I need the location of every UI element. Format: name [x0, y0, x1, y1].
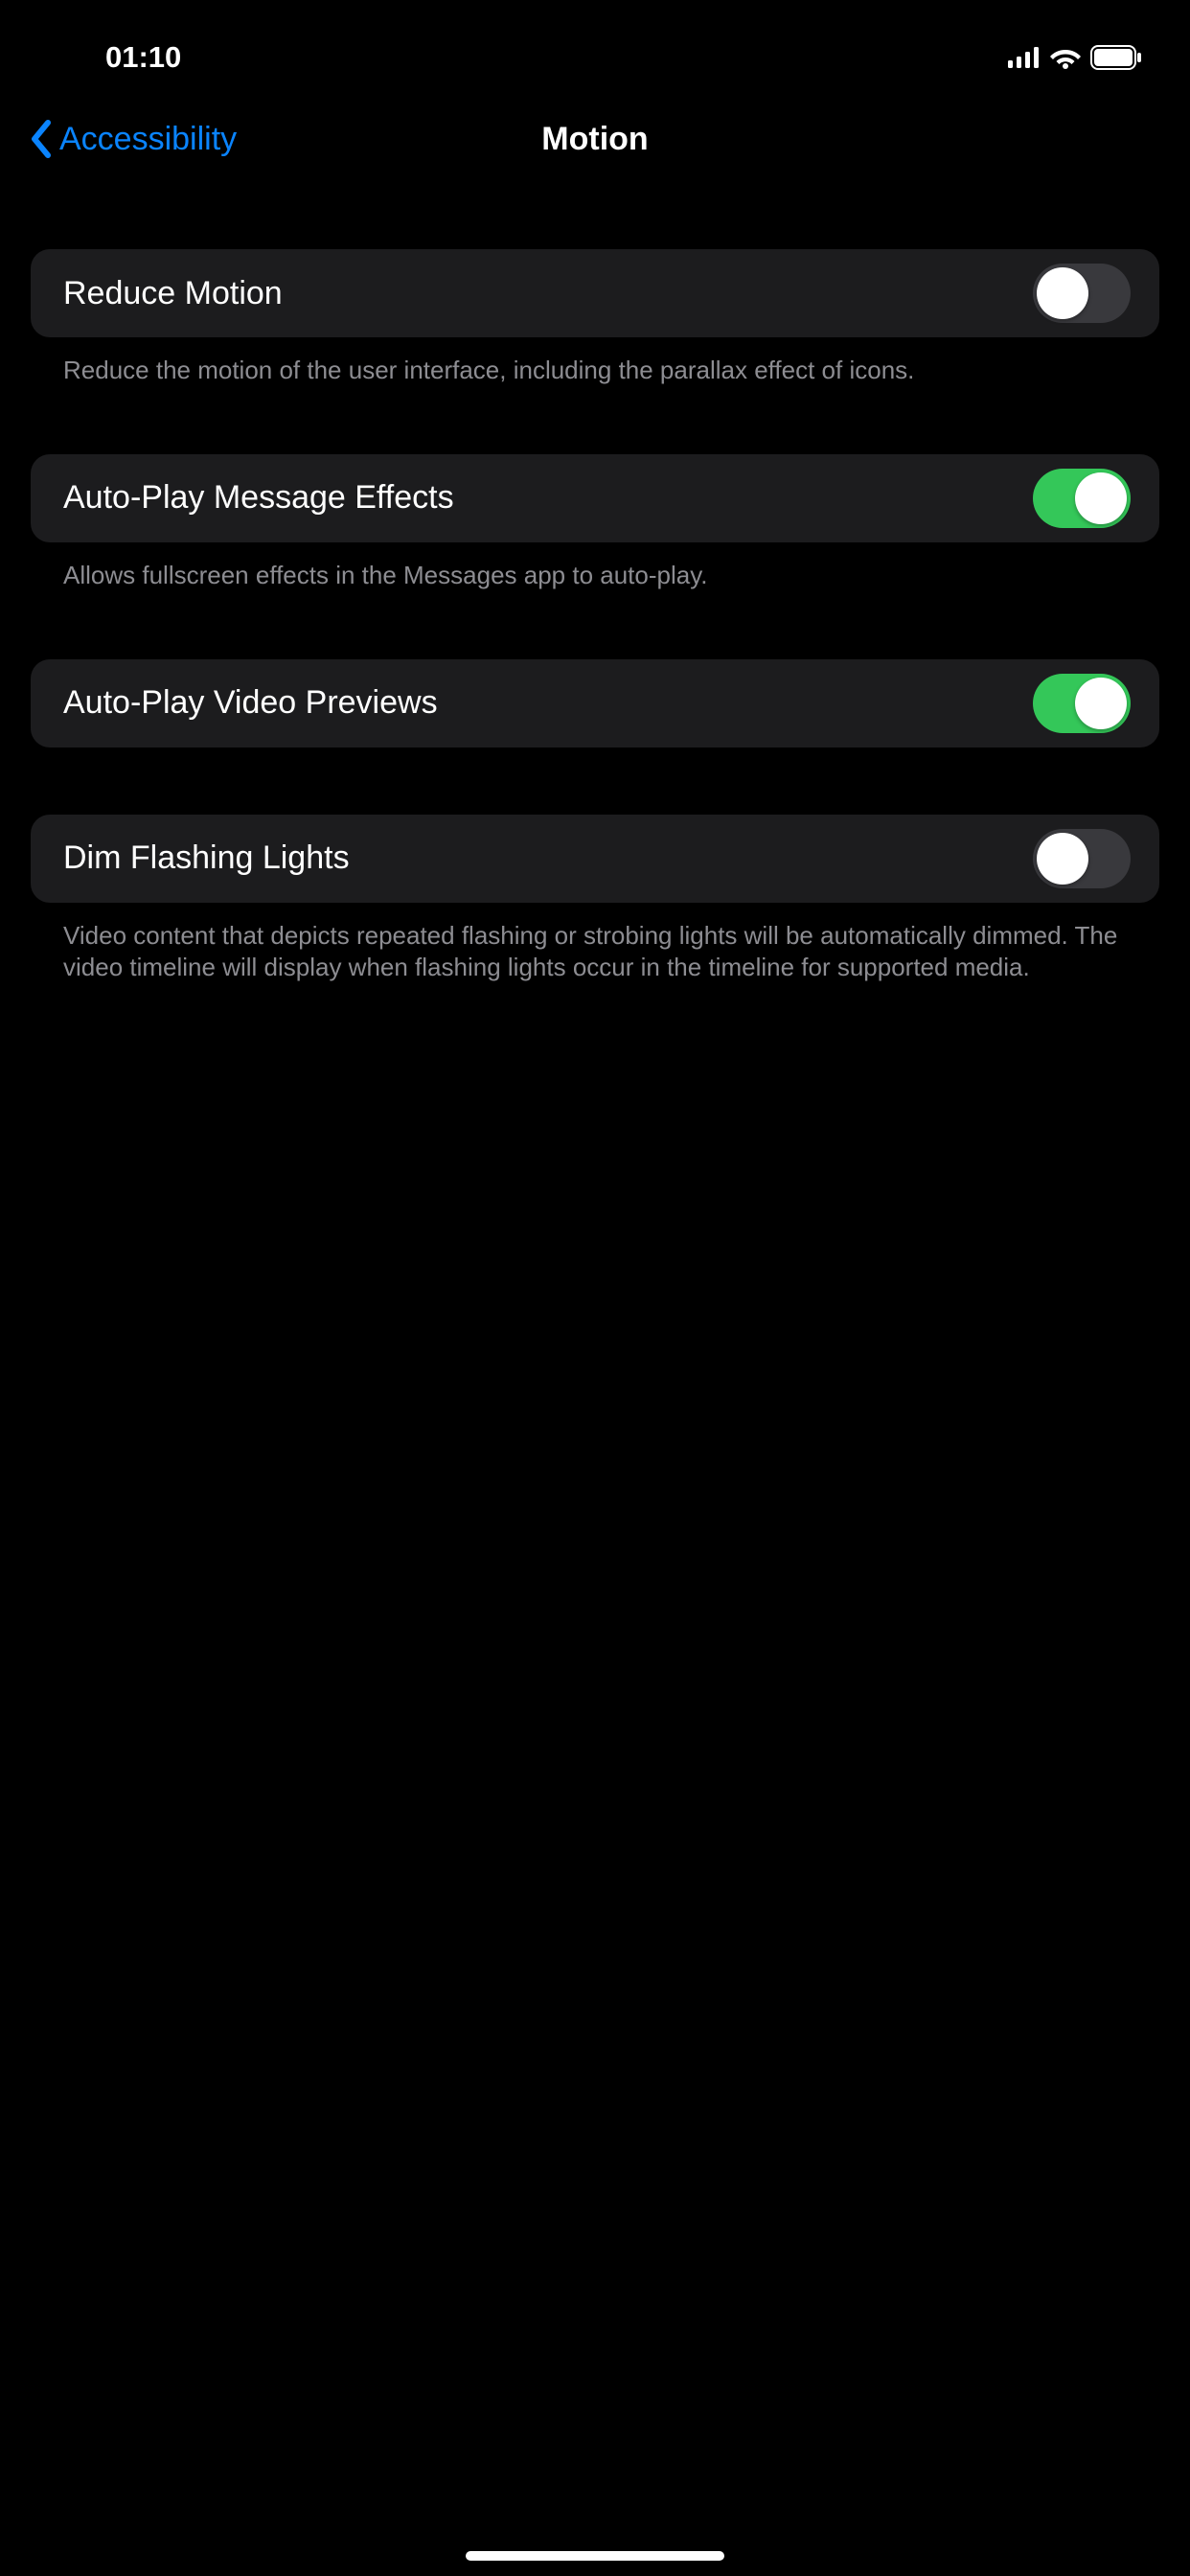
toggle-reduce-motion[interactable]: [1033, 264, 1131, 323]
toggle-autoplay-message[interactable]: [1033, 469, 1131, 528]
status-bar: 01:10: [0, 0, 1190, 96]
section-dim-flashing: Dim Flashing Lights Video content that d…: [31, 815, 1159, 985]
row-autoplay-video[interactable]: Auto-Play Video Previews: [31, 659, 1159, 748]
row-label: Auto-Play Video Previews: [63, 684, 438, 722]
toggle-knob: [1037, 267, 1088, 319]
row-autoplay-message[interactable]: Auto-Play Message Effects: [31, 454, 1159, 542]
wifi-icon: [1050, 46, 1081, 69]
row-label: Dim Flashing Lights: [63, 840, 350, 877]
row-label: Reduce Motion: [63, 275, 283, 312]
toggle-knob: [1075, 472, 1127, 524]
home-indicator[interactable]: [466, 2551, 724, 2561]
section-autoplay-message: Auto-Play Message Effects Allows fullscr…: [31, 454, 1159, 592]
back-label: Accessibility: [59, 121, 237, 158]
content: Reduce Motion Reduce the motion of the u…: [0, 182, 1190, 984]
row-dim-flashing[interactable]: Dim Flashing Lights: [31, 815, 1159, 903]
row-label: Auto-Play Message Effects: [63, 479, 454, 517]
nav-header: Accessibility Motion: [0, 96, 1190, 182]
footer-reduce-motion: Reduce the motion of the user interface,…: [31, 337, 1159, 387]
chevron-left-icon: [29, 119, 52, 159]
section-reduce-motion: Reduce Motion Reduce the motion of the u…: [31, 249, 1159, 387]
section-autoplay-video: Auto-Play Video Previews: [31, 659, 1159, 748]
battery-icon: [1090, 45, 1142, 70]
toggle-knob: [1037, 833, 1088, 885]
page-title: Motion: [541, 121, 648, 158]
cellular-icon: [1008, 47, 1041, 68]
footer-autoplay-message: Allows fullscreen effects in the Message…: [31, 542, 1159, 592]
status-indicators: [1008, 45, 1152, 70]
toggle-autoplay-video[interactable]: [1033, 674, 1131, 733]
toggle-knob: [1075, 678, 1127, 729]
back-button[interactable]: Accessibility: [29, 119, 237, 159]
toggle-dim-flashing[interactable]: [1033, 829, 1131, 888]
footer-dim-flashing: Video content that depicts repeated flas…: [31, 903, 1159, 985]
row-reduce-motion[interactable]: Reduce Motion: [31, 249, 1159, 337]
status-time: 01:10: [105, 40, 181, 75]
